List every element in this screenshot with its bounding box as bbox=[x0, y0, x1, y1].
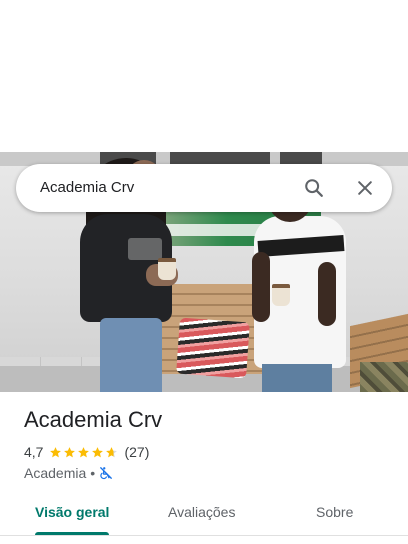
category-label: Academia bbox=[24, 465, 87, 481]
star-icon bbox=[50, 446, 62, 457]
rating-value: 4,7 bbox=[24, 444, 44, 460]
tab-about[interactable]: Sobre bbox=[316, 504, 353, 520]
tab-reviews[interactable]: Avaliações bbox=[168, 504, 235, 520]
star-icon bbox=[92, 446, 104, 457]
search-input[interactable]: Academia Crv bbox=[40, 179, 134, 196]
picture-frame bbox=[170, 152, 270, 164]
close-icon[interactable] bbox=[349, 172, 381, 204]
cup bbox=[158, 258, 176, 280]
category-row: Academia • bbox=[24, 465, 113, 481]
star-half-icon bbox=[106, 446, 118, 457]
cup bbox=[272, 284, 290, 306]
wheelchair-not-accessible-icon bbox=[100, 467, 113, 480]
place-title: Academia Crv bbox=[24, 407, 163, 432]
review-count: (27) bbox=[124, 444, 150, 460]
star-icon bbox=[64, 446, 76, 457]
separator: • bbox=[90, 465, 96, 481]
search-bar[interactable]: Academia Crv bbox=[16, 164, 392, 212]
striped-pillow bbox=[176, 317, 250, 379]
tab-bar: Visão geral Avaliações Sobre bbox=[0, 492, 408, 536]
star-icon bbox=[78, 446, 90, 457]
search-icon[interactable] bbox=[298, 172, 330, 204]
tabs-divider bbox=[0, 535, 408, 536]
tab-overview[interactable]: Visão geral bbox=[35, 504, 109, 520]
rating-row[interactable]: 4,7 (27) bbox=[24, 444, 149, 460]
picture-frame bbox=[280, 152, 322, 164]
star-rating bbox=[49, 446, 118, 459]
camo-cushion bbox=[360, 362, 408, 392]
